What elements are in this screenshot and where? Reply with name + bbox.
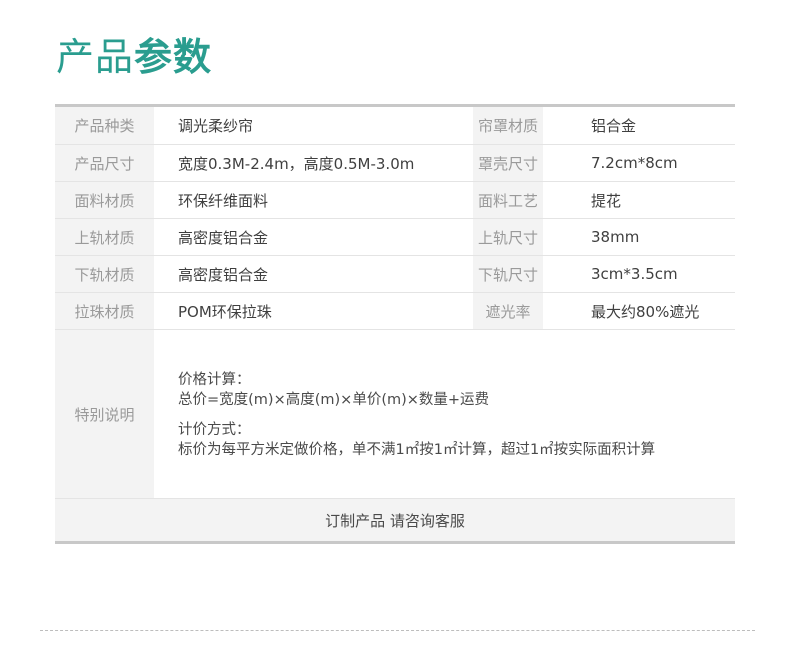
table-row: 产品尺寸 宽度0.3M-2.4m，高度0.5M-3.0m 罩壳尺寸 7.2cm*…: [55, 145, 735, 182]
row-label: 下轨尺寸: [473, 256, 543, 292]
row-label: 上轨材质: [55, 219, 154, 255]
row-value: 宽度0.3M-2.4m，高度0.5M-3.0m: [178, 154, 415, 173]
table-row: 上轨材质 高密度铝合金 上轨尺寸 38mm: [55, 219, 735, 256]
row-value: 38mm: [591, 228, 640, 246]
special-notes-body: 价格计算： 总价=宽度(m)×高度(m)×单价(m)×数量+运费 计价方式： 标…: [154, 330, 655, 498]
special-notes-label: 特别说明: [55, 330, 154, 498]
row-label: 帘罩材质: [473, 107, 543, 144]
method-text: 标价为每平方米定做价格，单不满1㎡按1㎡计算，超过1㎡按实际面积计算: [178, 442, 656, 458]
row-label: 遮光率: [473, 293, 543, 329]
row-label: 产品尺寸: [55, 145, 154, 181]
table-row: 产品种类 调光柔纱帘 帘罩材质 铝合金: [55, 107, 735, 145]
table-row: 拉珠材质 POM环保拉珠 遮光率 最大约80%遮光: [55, 293, 735, 330]
row-value: 3cm*3.5cm: [591, 265, 678, 283]
method-block: 计价方式： 标价为每平方米定做价格，单不满1㎡按1㎡计算，超过1㎡按实际面积计算: [178, 420, 655, 460]
page-title-bold: 参数: [134, 35, 213, 79]
row-label: 罩壳尺寸: [473, 145, 543, 181]
dashed-divider: [40, 630, 755, 631]
method-title: 计价方式：: [178, 422, 251, 438]
custom-order-note: 订制产品 请咨询客服: [55, 499, 735, 541]
row-value: 7.2cm*8cm: [591, 154, 678, 172]
page-title-light: 产品: [56, 35, 135, 79]
price-block: 价格计算： 总价=宽度(m)×高度(m)×单价(m)×数量+运费: [178, 370, 655, 410]
price-title: 价格计算：: [178, 372, 251, 388]
row-value: 提花: [591, 191, 622, 210]
price-formula: 总价=宽度(m)×高度(m)×单价(m)×数量+运费: [178, 392, 490, 408]
row-value: 环保纤维面料: [178, 191, 269, 210]
row-value: POM环保拉珠: [178, 302, 272, 321]
row-label: 拉珠材质: [55, 293, 154, 329]
page-title: 产品参数: [56, 32, 212, 82]
row-value: 高密度铝合金: [178, 265, 269, 284]
row-label: 面料材质: [55, 182, 154, 218]
row-label: 下轨材质: [55, 256, 154, 292]
table-row: 面料材质 环保纤维面料 面料工艺 提花: [55, 182, 735, 219]
row-label: 产品种类: [55, 107, 154, 144]
row-label: 面料工艺: [473, 182, 543, 218]
row-value: 高密度铝合金: [178, 228, 269, 247]
row-value: 铝合金: [591, 117, 637, 135]
row-value: 调光柔纱帘: [178, 117, 254, 135]
table-row: 下轨材质 高密度铝合金 下轨尺寸 3cm*3.5cm: [55, 256, 735, 293]
row-label: 上轨尺寸: [473, 219, 543, 255]
special-notes-row: 特别说明 价格计算： 总价=宽度(m)×高度(m)×单价(m)×数量+运费 计价…: [55, 330, 735, 499]
spec-table: 产品种类 调光柔纱帘 帘罩材质 铝合金 产品尺寸 宽度0.3M-2.4m，高度0…: [55, 104, 735, 544]
row-value: 最大约80%遮光: [591, 302, 700, 321]
